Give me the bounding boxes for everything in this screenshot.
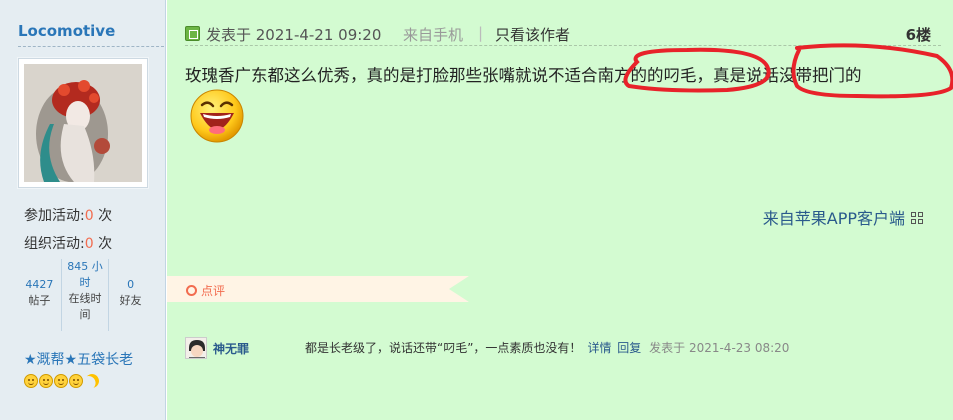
- stat-activities-joined: 参加活动:0 次: [24, 208, 113, 224]
- comment-detail-link[interactable]: 详情: [587, 341, 611, 355]
- rank-icons: [24, 374, 99, 388]
- commenter-avatar-image: [186, 338, 206, 358]
- comment-row: 都是长老级了，说话还带“叼毛”，一点素质也没有！ 详情 回复 发表于 2021-4…: [305, 339, 789, 356]
- comment-label[interactable]: 点评: [201, 282, 225, 299]
- qr-code-icon: [911, 212, 924, 225]
- comment-text: 都是长老级了，说话还带“叼毛”，一点素质也没有！: [305, 341, 582, 355]
- laughing-emoji-icon: [190, 89, 244, 143]
- commenter-avatar[interactable]: [185, 337, 207, 359]
- stat-activities-organized: 组织活动:0 次: [24, 236, 113, 252]
- author-username[interactable]: Locomotive: [18, 22, 115, 40]
- stat-posts[interactable]: 4427 帖子: [18, 259, 61, 331]
- app-source-link[interactable]: 来自苹果APP客户端: [763, 205, 924, 229]
- comment-reply-link[interactable]: 回复: [617, 341, 641, 355]
- post-timestamp: 发表于 2021-4-21 09:20: [206, 26, 382, 44]
- user-group-title[interactable]: ★溉帮★五袋长老: [24, 349, 133, 369]
- post-meta: 发表于 2021-4-21 09:20 来自手机 | 只看该作者 6楼: [185, 24, 941, 44]
- post-device: 来自手机: [403, 26, 464, 44]
- post-body-text: 玫瑰香广东都这么优秀，真的是打脸那些张嘴就说不适合南方的的叼毛，真是说话没带把门…: [185, 66, 862, 85]
- avatar-image: [24, 64, 142, 182]
- sun-rank-icon: [54, 374, 68, 388]
- comment-timestamp: 发表于 2021-4-23 08:20: [649, 341, 790, 355]
- moon-rank-icon: [82, 371, 101, 390]
- meta-divider: |: [478, 24, 484, 42]
- avatar[interactable]: [18, 58, 148, 188]
- author-sidebar: Locomotive 参加活动:0 次 组织活动:0 次 4427 帖子 845…: [0, 0, 166, 420]
- online-status-icon: [185, 26, 200, 41]
- stat-online-time[interactable]: 845 小时 在线时间: [60, 259, 110, 331]
- author-mini-stats: 4427 帖子 845 小时 在线时间 0 好友: [18, 259, 152, 331]
- comment-icon: [186, 285, 197, 296]
- commenter-username[interactable]: 神无罪: [213, 340, 249, 357]
- stat-friends[interactable]: 0 好友: [109, 259, 152, 331]
- divider: [18, 46, 164, 47]
- only-author-link[interactable]: 只看该作者: [495, 24, 570, 45]
- sun-rank-icon: [69, 374, 83, 388]
- floor-number[interactable]: 6楼: [906, 24, 931, 45]
- comment-bar[interactable]: 点评: [167, 276, 469, 302]
- sun-rank-icon: [39, 374, 53, 388]
- sun-rank-icon: [24, 374, 38, 388]
- divider: [185, 45, 941, 46]
- post-content-area: 发表于 2021-4-21 09:20 来自手机 | 只看该作者 6楼 玫瑰香广…: [167, 0, 953, 420]
